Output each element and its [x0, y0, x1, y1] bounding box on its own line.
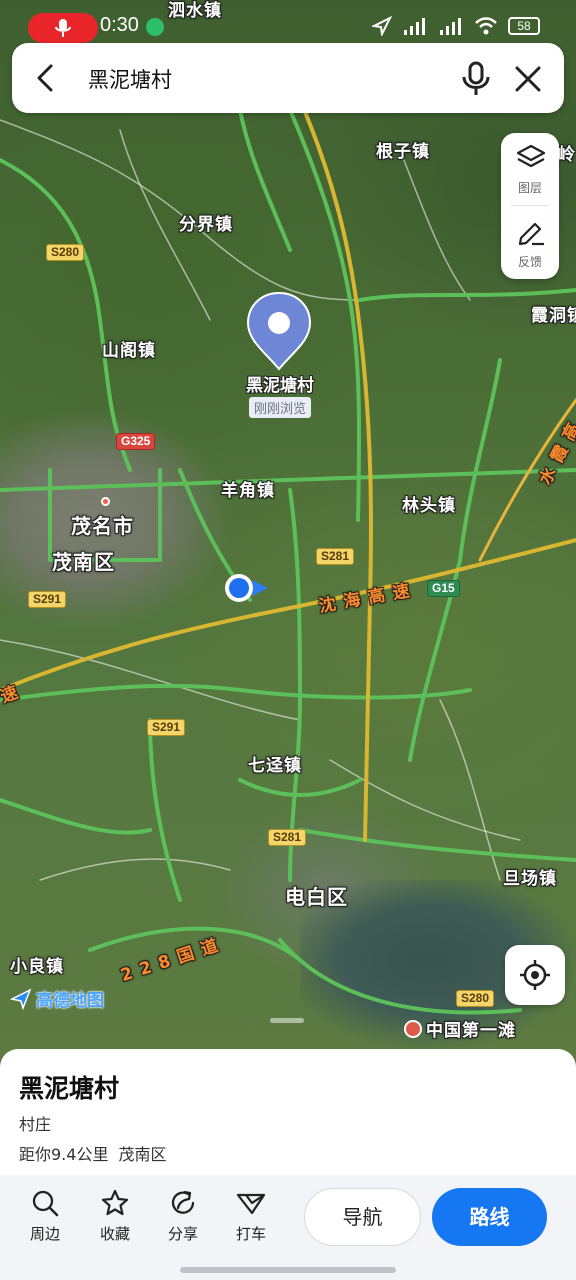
- recording-indicator[interactable]: [28, 13, 98, 43]
- road-shield: S291: [28, 591, 67, 608]
- nearby-button[interactable]: 周边: [20, 1189, 70, 1244]
- taxi-button[interactable]: 打车: [226, 1189, 276, 1244]
- nearby-label: 周边: [29, 1225, 60, 1243]
- place-title: 黑泥塘村: [19, 1074, 120, 1103]
- poi-pin-icon: [404, 1019, 422, 1038]
- action-bar: 周边 收藏 分享 打车 导航 路线: [0, 1175, 576, 1280]
- road-shield: S291: [147, 719, 186, 736]
- destination-pin-icon[interactable]: [246, 291, 312, 371]
- status-bar: 0:30 58: [0, 0, 576, 44]
- sheet-handle[interactable]: [270, 1018, 304, 1023]
- taxi-icon: [236, 1193, 266, 1215]
- place-label[interactable]: 分界镇: [179, 210, 233, 235]
- place-label[interactable]: 小良镇: [10, 952, 64, 977]
- place-label[interactable]: 霞洞镇: [531, 301, 576, 326]
- place-label[interactable]: 七迳镇: [248, 751, 302, 776]
- place-label[interactable]: 山阁镇: [102, 336, 156, 361]
- back-arrow-icon[interactable]: [30, 62, 62, 94]
- locate-me-button[interactable]: [505, 945, 565, 1005]
- share-button[interactable]: 分享: [158, 1189, 208, 1244]
- place-label[interactable]: 茂南区: [52, 546, 115, 575]
- location-arrow-icon: [372, 16, 392, 36]
- search-icon: [32, 1190, 59, 1217]
- crosshair-icon: [520, 960, 550, 990]
- microphone-icon: [55, 19, 71, 37]
- route-button[interactable]: 路线: [432, 1188, 547, 1246]
- road-shield: S280: [456, 990, 495, 1007]
- pin-label[interactable]: 黑泥塘村 刚刚浏览: [230, 371, 330, 418]
- amap-watermark: 高德地图: [10, 986, 104, 1011]
- signal-icon: [440, 18, 461, 35]
- layers-label: 图层: [517, 181, 542, 195]
- battery-indicator: 58: [508, 17, 540, 35]
- voice-search-icon[interactable]: [460, 61, 492, 97]
- amap-logo-icon: [10, 987, 32, 1010]
- favorite-button[interactable]: 收藏: [90, 1189, 140, 1244]
- divider: [511, 205, 549, 206]
- clock: 0:30: [100, 14, 139, 36]
- share-icon: [171, 1190, 195, 1214]
- place-label: 中国第一滩: [426, 1021, 516, 1041]
- place-label[interactable]: 根子镇: [376, 137, 430, 162]
- place-label[interactable]: 羊角镇: [221, 476, 275, 501]
- place-label[interactable]: 电白区: [285, 881, 348, 910]
- favorite-label: 收藏: [99, 1225, 130, 1243]
- poi-beach[interactable]: 中国第一滩: [404, 1016, 516, 1041]
- city-marker: [101, 497, 110, 506]
- amap-wordmark: 高德地图: [36, 991, 104, 1011]
- layers-icon: [516, 144, 546, 168]
- close-icon[interactable]: [512, 63, 544, 95]
- search-bar[interactable]: 黑泥塘村: [12, 43, 564, 113]
- edit-pencil-icon: [518, 222, 544, 246]
- feedback-button[interactable]: 反馈: [501, 207, 559, 279]
- home-indicator[interactable]: [180, 1267, 396, 1273]
- place-detail-sheet[interactable]: 黑泥塘村 村庄 距你9.4公里 茂南区 周边 收藏 分享 打车 导航 路线: [0, 1049, 576, 1280]
- search-query[interactable]: 黑泥塘村: [88, 64, 172, 94]
- share-label: 分享: [167, 1225, 198, 1243]
- taxi-label: 打车: [235, 1225, 266, 1243]
- road-shield: S281: [316, 548, 355, 565]
- road-shield: G325: [116, 433, 156, 450]
- signal-icon: [404, 18, 425, 35]
- place-label[interactable]: 茂名市: [71, 510, 134, 539]
- current-location-icon: [225, 574, 268, 602]
- feedback-label: 反馈: [517, 255, 542, 269]
- place-label[interactable]: 岭: [558, 140, 576, 165]
- layers-button[interactable]: 图层: [501, 133, 559, 205]
- status-icons: 58: [372, 16, 540, 36]
- wifi-icon: [475, 17, 497, 35]
- place-district: 茂南区: [118, 1145, 167, 1164]
- security-icon: [146, 18, 164, 36]
- navigate-button[interactable]: 导航: [304, 1188, 421, 1246]
- place-distance: 距你9.4公里: [19, 1145, 109, 1164]
- pin-name: 黑泥塘村: [246, 376, 314, 396]
- star-icon: [101, 1189, 129, 1216]
- place-label[interactable]: 旦场镇: [503, 864, 557, 889]
- place-type: 村庄: [19, 1115, 52, 1134]
- map-tools-panel: 图层 反馈: [501, 133, 559, 279]
- map-view[interactable]: 泗水镇 根子镇 岭 分界镇 霞洞镇 山阁镇 羊角镇 茂名市 茂南区 林头镇 七迳…: [0, 0, 576, 1060]
- pin-tag: 刚刚浏览: [248, 397, 311, 418]
- road-shield: S281: [268, 829, 307, 846]
- road-shield: S280: [46, 244, 85, 261]
- road-shield: G15: [427, 580, 460, 597]
- place-distance-row: 距你9.4公里 茂南区: [19, 1141, 166, 1165]
- place-label[interactable]: 林头镇: [402, 491, 456, 516]
